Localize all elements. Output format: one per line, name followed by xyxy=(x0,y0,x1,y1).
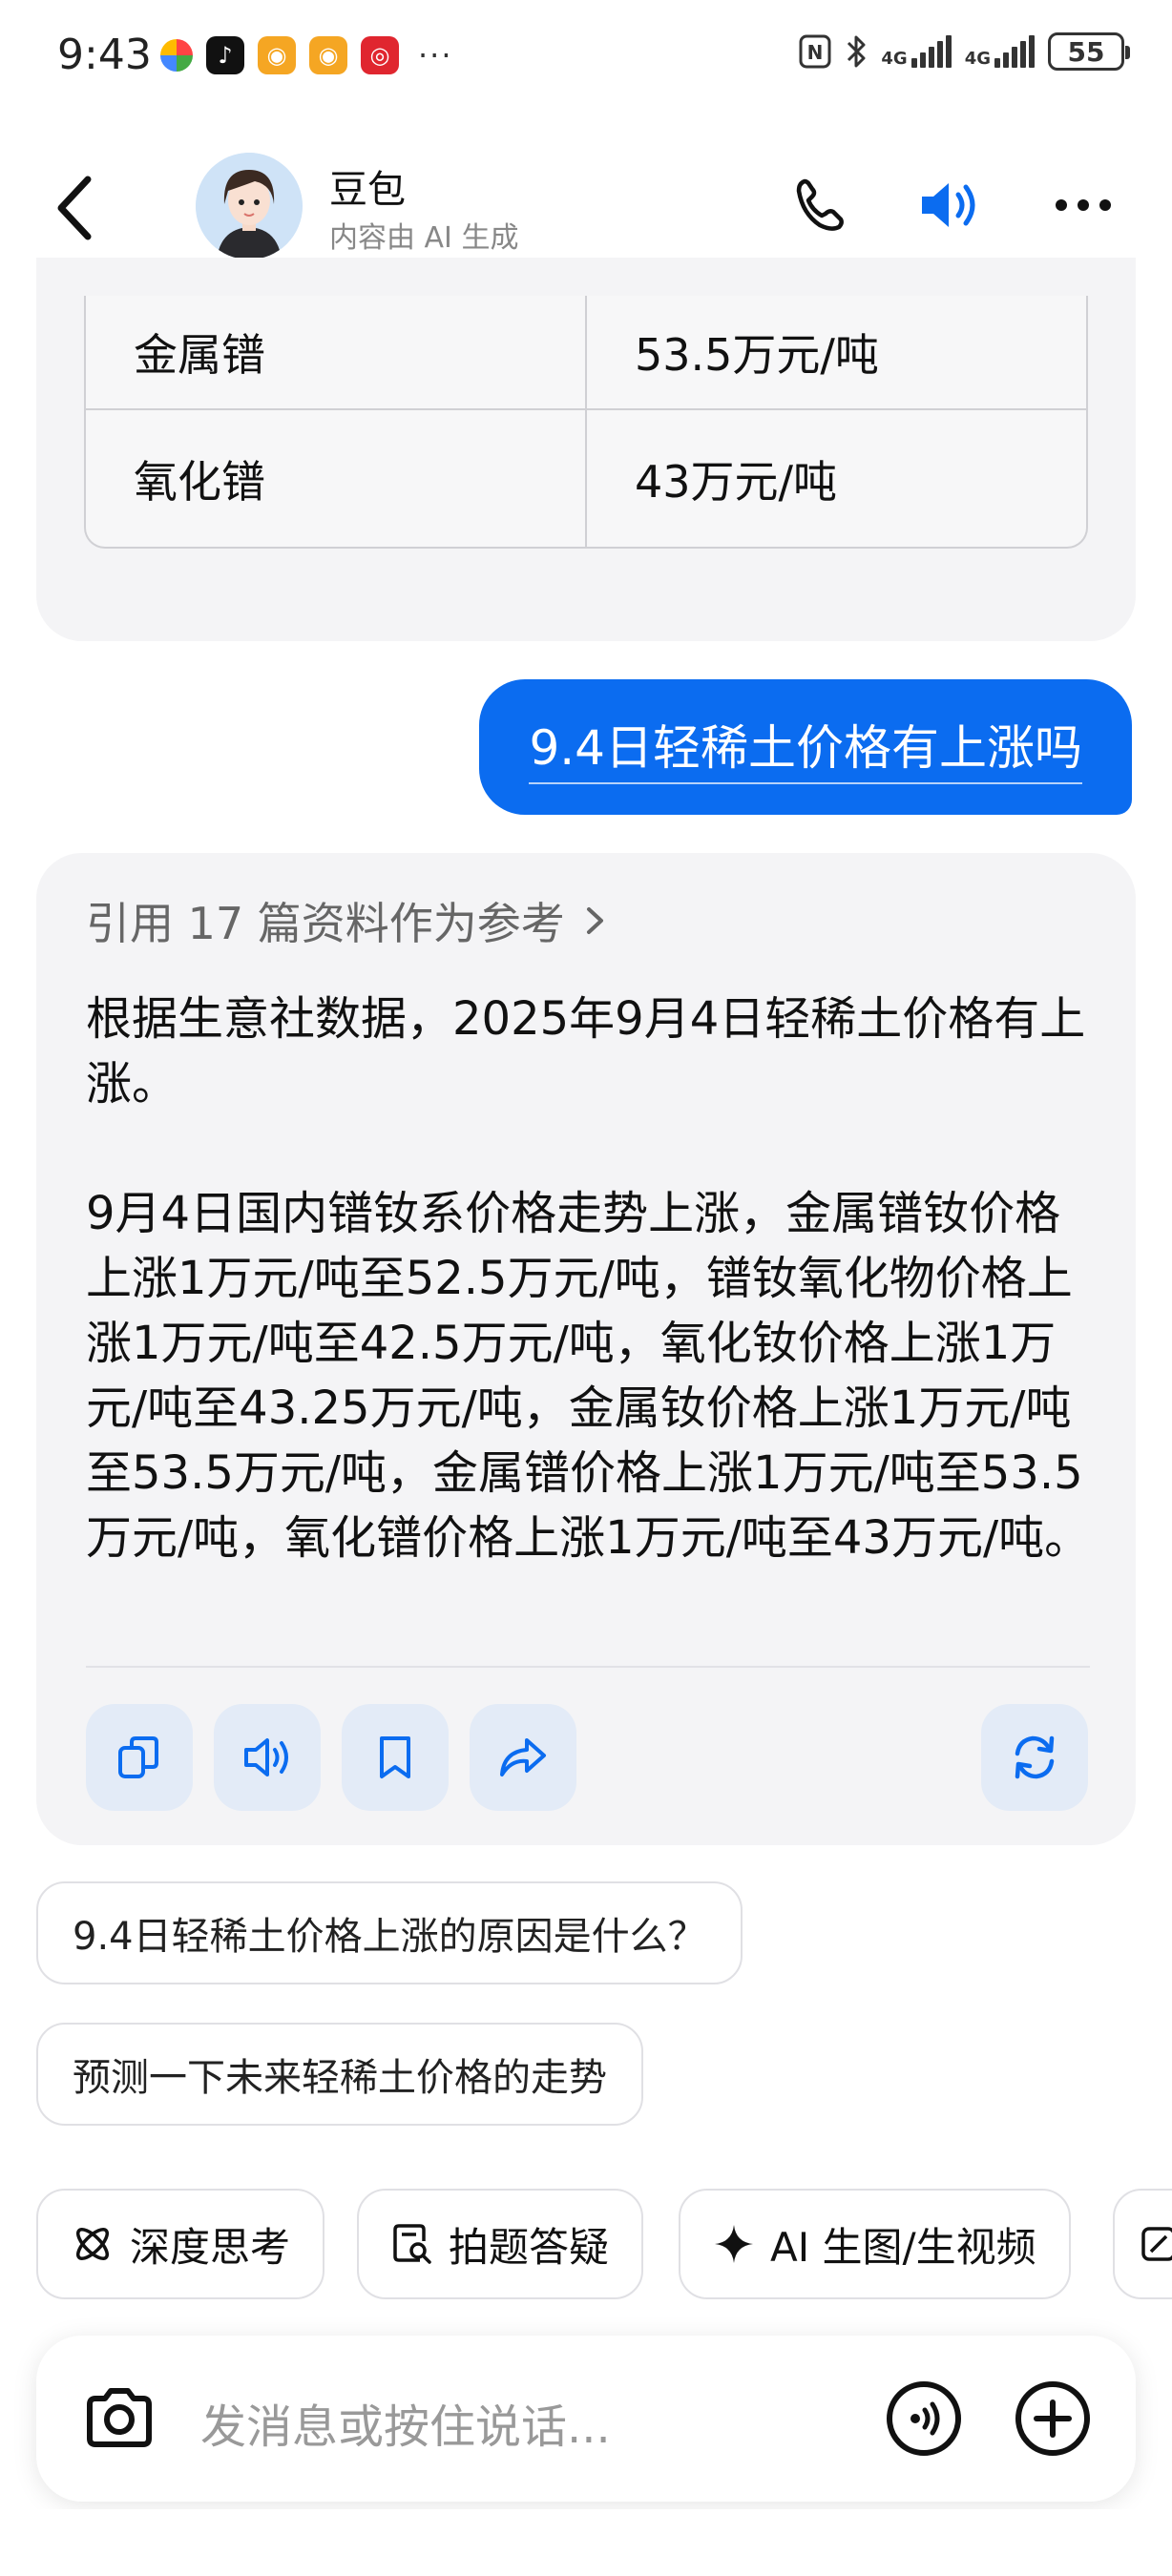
answer-paragraph: 根据生意社数据，2025年9月4日轻稀土价格有上涨。 xyxy=(86,992,1086,1111)
chat-header: 豆包 内容由 AI 生成 xyxy=(0,134,1172,277)
answer-paragraph: 9月4日国内镨钕系价格走势上涨，金属镨钕价格上涨1万元/吨至52.5万元/吨，镨… xyxy=(86,1187,1091,1565)
copy-icon xyxy=(118,1736,158,1778)
avatar[interactable] xyxy=(196,153,303,260)
bot-name: 豆包 xyxy=(329,168,406,212)
read-aloud-button[interactable] xyxy=(214,1704,321,1811)
table-cell-name: 金属镨 xyxy=(134,329,265,381)
bookmark-button[interactable] xyxy=(342,1704,449,1811)
atom-icon xyxy=(76,2228,109,2260)
table-cell-price: 43万元/吨 xyxy=(585,410,1086,547)
message-input[interactable]: 发消息或按住说话... xyxy=(200,2389,611,2456)
user-message-bubble[interactable]: 9.4日轻稀土价格有上涨吗 xyxy=(479,679,1132,815)
table-row: 氧化镨 43万元/吨 xyxy=(86,408,1086,547)
more-notifications-icon: ··· xyxy=(418,37,453,73)
ai-image-video-label: AI 生图/生视频 xyxy=(770,2223,1036,2271)
battery-indicator: 55 xyxy=(1048,32,1130,71)
bookmark-icon xyxy=(380,1736,410,1778)
signal-2: 4G xyxy=(965,35,1035,68)
message-input-bar: 发消息或按住说话... xyxy=(36,2336,1136,2502)
ai-generated-notice: 内容由 AI 生成 xyxy=(329,221,519,255)
previous-answer-card: 金属镨 53.5万元/吨 氧化镨 43万元/吨 xyxy=(36,258,1136,641)
document-search-icon xyxy=(393,2224,431,2264)
share-icon xyxy=(500,1738,546,1776)
table-cell-name: 氧化镨 xyxy=(134,455,265,508)
more-options-icon[interactable] xyxy=(1050,172,1117,239)
status-time: 9:43 xyxy=(57,31,152,79)
table-cell-price: 53.5万元/吨 xyxy=(585,296,1086,408)
notification-icons: ♪ ◉ ◉ ◎ ··· xyxy=(160,36,453,74)
speaker-outline-icon xyxy=(244,1738,288,1776)
suggestion-chip[interactable]: 预测一下未来轻稀土价格的走势 xyxy=(36,2023,643,2126)
weibo-icon-2: ◉ xyxy=(309,36,347,74)
photo-answer-button[interactable]: 拍题答疑 xyxy=(357,2189,644,2299)
bluetooth-icon xyxy=(848,35,866,68)
tiktok-icon: ♪ xyxy=(206,36,244,74)
share-button[interactable] xyxy=(470,1704,576,1811)
netease-music-icon: ◎ xyxy=(361,36,399,74)
add-icon[interactable] xyxy=(1010,2376,1096,2462)
divider xyxy=(86,1666,1090,1668)
copy-button[interactable] xyxy=(86,1704,193,1811)
system-indicators: N 4G 4G 55 xyxy=(799,32,1130,71)
price-table: 金属镨 53.5万元/吨 氧化镨 43万元/吨 xyxy=(84,296,1088,549)
regenerate-button[interactable] xyxy=(981,1704,1088,1811)
back-arrow-icon[interactable] xyxy=(48,170,105,246)
signal-1: 4G xyxy=(881,35,952,68)
phone-icon[interactable] xyxy=(787,172,854,239)
suggestion-chip[interactable]: 9.4日轻稀土价格上涨的原因是什么？ xyxy=(36,1881,743,1984)
table-row: 金属镨 53.5万元/吨 xyxy=(86,296,1086,408)
photo-answer-label: 拍题答疑 xyxy=(449,2223,610,2271)
sparkle-icon xyxy=(715,2225,753,2263)
user-message-text: 9.4日轻稀土价格有上涨吗 xyxy=(529,710,1082,784)
edit-icon xyxy=(1141,2227,1172,2261)
gesture-area xyxy=(0,2509,1172,2576)
reference-link[interactable]: 引用 17 篇资料作为参考 xyxy=(86,889,607,952)
answer-text: 根据生意社数据，2025年9月4日轻稀土价格有上涨。 9月4日国内镨钕系价格走势… xyxy=(86,987,1098,1570)
status-bar: 9:43 ♪ ◉ ◉ ◎ ··· N 4G 4G 55 xyxy=(0,0,1172,105)
reference-text: 引用 17 篇资料作为参考 xyxy=(86,898,565,949)
svg-text:N: N xyxy=(807,41,824,64)
weibo-icon: ◉ xyxy=(258,36,296,74)
deep-think-button[interactable]: 深度思考 xyxy=(36,2189,325,2299)
ai-image-video-button[interactable]: AI 生图/生视频 xyxy=(679,2189,1071,2299)
nfc-icon: N xyxy=(799,34,831,69)
voice-call-icon[interactable] xyxy=(881,2376,967,2462)
chevron-right-icon xyxy=(586,907,603,934)
answer-card: 引用 17 篇资料作为参考 根据生意社数据，2025年9月4日轻稀土价格有上涨。… xyxy=(36,853,1136,1845)
more-tool-button[interactable] xyxy=(1113,2189,1172,2299)
deep-think-label: 深度思考 xyxy=(130,2223,291,2271)
speaker-icon[interactable] xyxy=(914,172,981,239)
refresh-icon xyxy=(1015,1735,1055,1779)
camera-icon[interactable] xyxy=(76,2376,162,2462)
colorful-app-icon xyxy=(160,39,193,72)
